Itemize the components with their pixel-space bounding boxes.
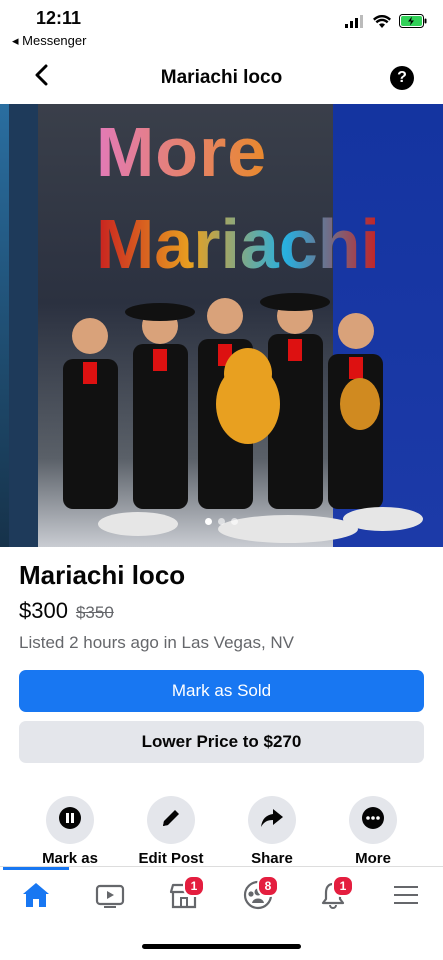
pager-dot: [218, 518, 225, 525]
share-button[interactable]: [248, 796, 296, 844]
more-action[interactable]: More: [323, 796, 423, 867]
marketplace-badge: 1: [183, 875, 205, 897]
home-icon: [21, 881, 51, 914]
tab-menu[interactable]: [381, 877, 431, 917]
more-dots-icon: [362, 806, 384, 834]
tab-notifications[interactable]: 1: [308, 875, 358, 917]
cellular-signal-icon: [345, 14, 365, 33]
pager-dot: [231, 518, 238, 525]
help-button[interactable]: ?: [390, 66, 414, 90]
listing-title: Mariachi loco: [19, 560, 186, 590]
home-indicator: [142, 944, 301, 949]
status-time: 12:11: [36, 8, 82, 28]
action-row: Mark as Edit Post Share More: [0, 796, 443, 867]
lower-price-button[interactable]: Lower Price to $270: [19, 721, 424, 763]
question-icon: ?: [397, 69, 407, 86]
share-arrow-icon: [260, 807, 284, 834]
pager-dot: [205, 518, 212, 525]
current-price: $300: [19, 598, 68, 623]
original-price: $350: [75, 603, 114, 622]
photo-caption-line1: More: [96, 113, 268, 191]
pause-icon: [59, 806, 81, 834]
photo-image: More Mariachi: [38, 104, 443, 547]
wifi-icon: [373, 14, 391, 33]
photo-caption-line2: Mariachi: [96, 205, 380, 283]
edit-post-label: Edit Post: [138, 850, 204, 867]
listing-photo[interactable]: More Mariachi: [0, 104, 443, 547]
mark-as-sold-button[interactable]: Mark as Sold: [19, 670, 424, 712]
tab-groups[interactable]: 8: [233, 875, 283, 917]
photo-pager-dots: [205, 518, 238, 525]
active-tab-indicator: [3, 867, 69, 870]
pencil-icon: [160, 807, 182, 834]
status-bar: 12:11 ◂ Messenger: [0, 0, 443, 52]
mark-as-label: Mark as: [42, 850, 98, 867]
price-row: $300 $350: [19, 598, 114, 624]
mark-as-action[interactable]: Mark as: [20, 796, 120, 867]
edit-post-button[interactable]: [147, 796, 195, 844]
share-action[interactable]: Share: [222, 796, 322, 867]
video-icon: [95, 882, 125, 913]
tab-marketplace[interactable]: 1: [159, 875, 209, 917]
hamburger-menu-icon: [392, 883, 420, 912]
share-label: Share: [251, 850, 293, 867]
bottom-tab-bar: 1 8 1: [0, 866, 443, 925]
notifications-badge: 1: [332, 875, 354, 897]
tab-watch[interactable]: [85, 877, 135, 917]
groups-badge: 8: [257, 875, 279, 897]
nav-bar: Mariachi loco ?: [0, 52, 443, 104]
status-icons: [345, 14, 427, 33]
listing-meta: Listed 2 hours ago in Las Vegas, NV: [19, 633, 295, 652]
more-button[interactable]: [349, 796, 397, 844]
mark-as-button[interactable]: [46, 796, 94, 844]
back-to-messenger-link[interactable]: ◂ Messenger: [12, 33, 86, 49]
page-title: Mariachi loco: [160, 67, 283, 88]
previous-photo-edge: [0, 104, 9, 547]
tab-home[interactable]: [11, 877, 61, 917]
battery-charging-icon: [399, 14, 427, 33]
more-label: More: [355, 850, 391, 867]
edit-post-action[interactable]: Edit Post: [121, 796, 221, 867]
